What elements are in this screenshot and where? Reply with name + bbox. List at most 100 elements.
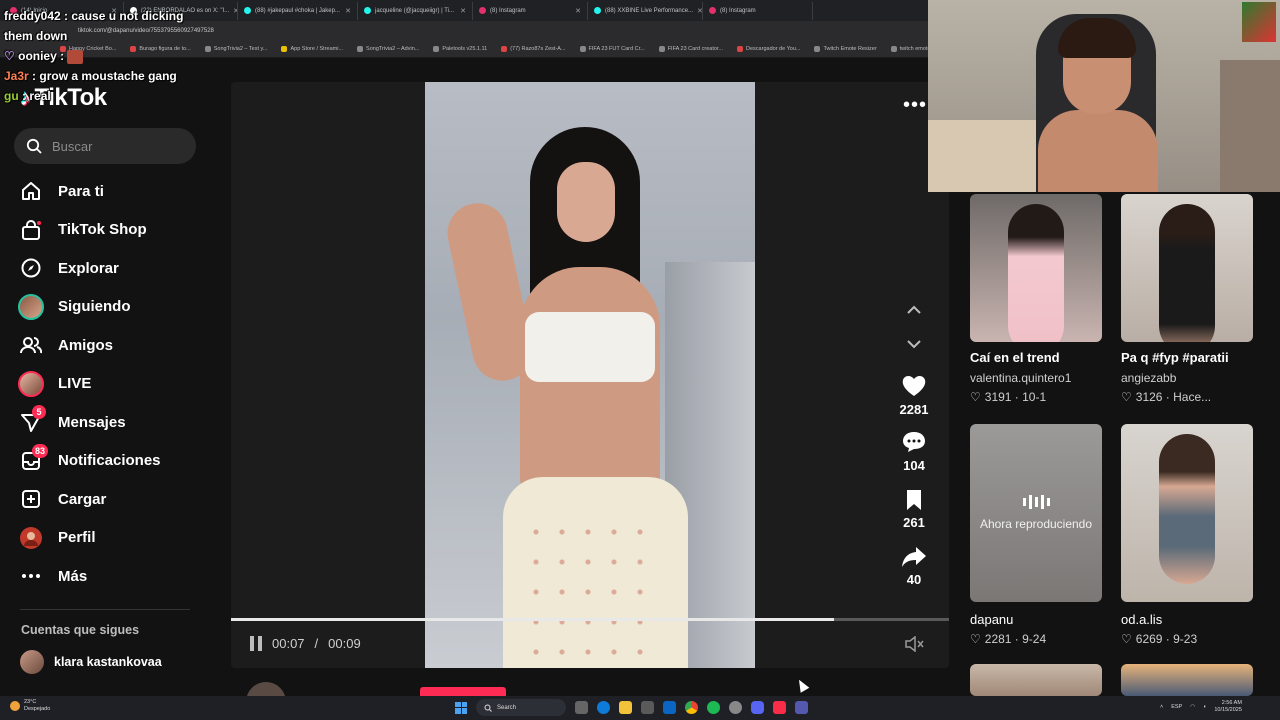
file-explorer-icon[interactable]	[619, 701, 632, 714]
playing-bars-icon	[1022, 495, 1050, 509]
video-thumbnail	[970, 194, 1102, 342]
browser-tab[interactable]: (88) XXBINE Live Performance... ✕	[588, 1, 703, 20]
language-indicator[interactable]: ESP	[1171, 704, 1182, 710]
browser-tab[interactable]: jacqueline (@jacqueiigr) | Ti... ✕	[358, 1, 473, 20]
wifi-icon[interactable]: ◠	[1190, 704, 1195, 710]
pause-icon[interactable]	[250, 636, 262, 651]
more-icon	[18, 563, 44, 589]
edge-icon[interactable]	[597, 701, 610, 714]
mail-icon[interactable]	[663, 701, 676, 714]
calculator-icon[interactable]	[641, 701, 654, 714]
recommended-video-current[interactable]: Ahora reproduciendo dapanu ♡ 2281 · 9-24	[970, 424, 1102, 646]
search-box[interactable]	[14, 128, 196, 164]
video-user: dapanu	[970, 612, 1014, 627]
recommended-video[interactable]: Caí en el trend valentina.quintero1 ♡ 319…	[970, 194, 1102, 404]
heart-icon	[902, 376, 926, 396]
chevron-up-icon[interactable]: ˄	[1160, 704, 1163, 710]
video-user: angiezabb	[1121, 371, 1177, 385]
sidebar-item-label: Mensajes	[58, 413, 126, 431]
bookmark[interactable]: FIFA 23 Card creator...	[658, 46, 723, 52]
heart-outline-icon: ♡	[1121, 632, 1132, 646]
sidebar-item-para-ti[interactable]: Para ti	[18, 172, 218, 211]
like-button[interactable]: 2281	[894, 374, 934, 417]
time-separator: /	[314, 636, 319, 651]
sidebar-item-mas[interactable]: Más	[18, 557, 218, 596]
browser-tab[interactable]: (8) Instagram ✕	[473, 1, 588, 20]
chat-user: Ja3r	[4, 69, 29, 83]
sidebar-item-label: TikTok Shop	[58, 221, 147, 239]
sidebar-item-notificaciones[interactable]: 83 Notificaciones	[18, 442, 218, 481]
profile-avatar	[18, 525, 44, 551]
sidebar-item-explorar[interactable]: Explorar	[18, 249, 218, 288]
video-user: valentina.quintero1	[970, 371, 1072, 385]
screen: (14) Inicio ✕ (22) ENBORDALAO es on X: "I…	[0, 0, 1280, 720]
share-icon	[902, 547, 926, 567]
weather-widget[interactable]: 23°C Despejado	[10, 699, 50, 713]
sidebar-item-tiktok-shop[interactable]: TikTok Shop	[18, 211, 218, 250]
recommended-video[interactable]: od.a.lis ♡ 6269 · 9-23	[1121, 424, 1253, 646]
task-view-icon[interactable]	[575, 701, 588, 714]
browser-tab[interactable]: (88) #jakepaul #choka | Jakep... ✕	[238, 1, 358, 20]
share-count: 40	[906, 572, 922, 587]
speaker-icon[interactable]: ◖	[1203, 704, 1206, 710]
following-title: Cuentas que sigues	[21, 623, 140, 637]
taskbar-apps: Search	[455, 699, 808, 716]
save-button[interactable]: 261	[894, 489, 934, 530]
windows-start-icon[interactable]	[455, 701, 467, 714]
bookmark[interactable]: FIFA 23 FUT Card Cr...	[579, 46, 645, 52]
teams-icon[interactable]	[795, 701, 808, 714]
chat-text: : real	[22, 89, 51, 103]
bookmark[interactable]: SongTrivia2 – Test y...	[204, 46, 267, 52]
heart-outline-icon: ♡	[970, 632, 981, 646]
comment-count: 104	[903, 458, 925, 473]
bookmark[interactable]: App Store / Streami...	[281, 46, 343, 52]
mouse-cursor	[794, 677, 810, 693]
tab-favicon-icon	[709, 7, 716, 14]
more-options-button[interactable]: •••	[903, 94, 927, 117]
video-frame[interactable]	[425, 82, 755, 668]
recommended-video[interactable]	[970, 664, 1102, 696]
home-icon	[18, 178, 44, 204]
video-progress-bar[interactable]	[231, 618, 949, 621]
bookmark-icon	[814, 46, 821, 52]
settings-icon[interactable]	[729, 701, 742, 714]
music-icon[interactable]	[773, 701, 786, 714]
bookmark[interactable]: Paletools v25.1.11	[433, 46, 487, 52]
search-input[interactable]	[52, 138, 182, 154]
now-playing-label: Ahora reproduciendo	[979, 517, 1093, 531]
messages-icon: 5	[18, 405, 46, 435]
sidebar-item-siguiendo[interactable]: Siguiendo	[18, 288, 218, 327]
bookmark[interactable]: (77) Razo87s Zest-A...	[501, 46, 566, 52]
taskbar-search[interactable]: Search	[476, 699, 566, 716]
following-account[interactable]: klara kastankovaa	[20, 650, 164, 674]
close-tab-icon[interactable]: ✕	[345, 7, 351, 15]
video-thumbnail	[970, 664, 1102, 696]
clock[interactable]: 2:56 AM 10/15/2025	[1214, 700, 1242, 714]
recommended-video[interactable]	[1121, 664, 1253, 696]
close-tab-icon[interactable]: ✕	[575, 7, 581, 15]
save-count: 261	[903, 515, 925, 530]
previous-video-button[interactable]	[902, 298, 926, 322]
bookmark[interactable]: Twitch Emote Resizer	[814, 46, 877, 52]
discord-icon[interactable]	[751, 701, 764, 714]
volume-button[interactable]	[904, 635, 924, 657]
bookmark[interactable]: SongTrivia2 – Advin...	[357, 46, 419, 52]
bookmark[interactable]: Descargador de You...	[737, 46, 800, 52]
chrome-icon[interactable]	[685, 701, 698, 714]
recommended-video[interactable]: Pa q #fyp #paratii angiezabb ♡ 3126 · Hac…	[1121, 194, 1253, 404]
video-progress-fill	[231, 618, 835, 621]
sidebar-item-label: Para ti	[58, 182, 104, 200]
browser-tab[interactable]: (8) Instagram	[703, 1, 813, 20]
next-video-button[interactable]	[902, 332, 926, 356]
sidebar-item-label: Cargar	[58, 490, 107, 508]
sidebar-item-mensajes[interactable]: 5 Mensajes	[18, 403, 218, 442]
comment-button[interactable]: 104	[894, 430, 934, 473]
sidebar-item-cargar[interactable]: Cargar	[18, 480, 218, 519]
close-tab-icon[interactable]: ✕	[460, 7, 466, 15]
sidebar-item-perfil[interactable]: Perfil	[18, 519, 218, 558]
sidebar-item-amigos[interactable]: Amigos	[18, 326, 218, 365]
sidebar-item-live[interactable]: LIVE	[18, 365, 218, 404]
share-button[interactable]: 40	[894, 546, 934, 587]
spotify-icon[interactable]	[707, 701, 720, 714]
friends-icon	[18, 332, 44, 358]
